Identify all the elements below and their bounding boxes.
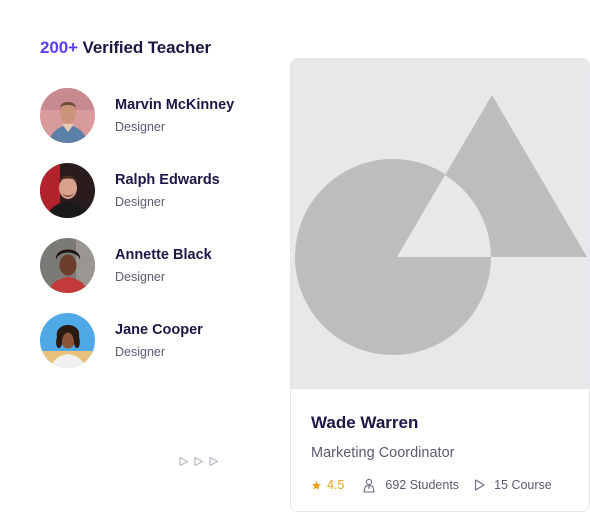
teacher-name: Jane Cooper (115, 322, 203, 338)
play-arrow-icon[interactable] (178, 456, 189, 467)
students-count: 692 Students (362, 478, 459, 493)
teacher-image (291, 59, 589, 389)
avatar-photo-icon (40, 88, 95, 143)
teacher-item[interactable]: Jane Cooper Designer (40, 313, 270, 388)
teacher-name: Ralph Edwards (115, 172, 220, 188)
rating: 4.5 (311, 478, 344, 492)
star-icon (311, 480, 322, 490)
students-label: 692 Students (385, 478, 460, 492)
play-icon (475, 479, 485, 491)
teacher-count: 200+ (40, 38, 78, 57)
rating-value: 4.5 (327, 478, 345, 492)
teacher-item[interactable]: Marvin McKinney Designer (40, 88, 270, 163)
heading-text: Verified Teacher (82, 38, 212, 57)
teacher-name: Marvin McKinney (115, 97, 235, 113)
carousel-pager (178, 456, 219, 467)
avatar-photo-icon (40, 163, 95, 218)
section-heading: 200+ Verified Teacher (40, 38, 211, 58)
teacher-role: Designer (115, 270, 166, 284)
play-arrow-icon[interactable] (193, 456, 204, 467)
image-placeholder-icon (291, 59, 589, 389)
teacher-item[interactable]: Ralph Edwards Designer (40, 163, 270, 238)
featured-teacher-name: Wade Warren (311, 413, 419, 432)
teacher-list: Marvin McKinney Designer Ralph Edwards D… (40, 88, 270, 388)
student-icon (363, 478, 375, 493)
avatar-photo-icon (40, 238, 95, 293)
featured-teacher-card[interactable]: Wade Warren Marketing Coordinator 4.5 69… (290, 58, 590, 512)
avatar (40, 313, 95, 368)
featured-teacher-role: Marketing Coordinator (311, 445, 455, 461)
avatar (40, 88, 95, 143)
play-arrow-icon[interactable] (208, 456, 219, 467)
avatar-photo-icon (40, 313, 95, 368)
course-count: 15 Course (474, 478, 552, 492)
teacher-stats: 4.5 692 Students 15 Course (311, 477, 552, 493)
teacher-role: Designer (115, 195, 166, 209)
avatar (40, 163, 95, 218)
teacher-role: Designer (115, 345, 166, 359)
avatar (40, 238, 95, 293)
teacher-name: Annette Black (115, 247, 212, 263)
teacher-item[interactable]: Annette Black Designer (40, 238, 270, 313)
courses-label: 15 Course (494, 478, 552, 492)
teacher-role: Designer (115, 120, 166, 134)
